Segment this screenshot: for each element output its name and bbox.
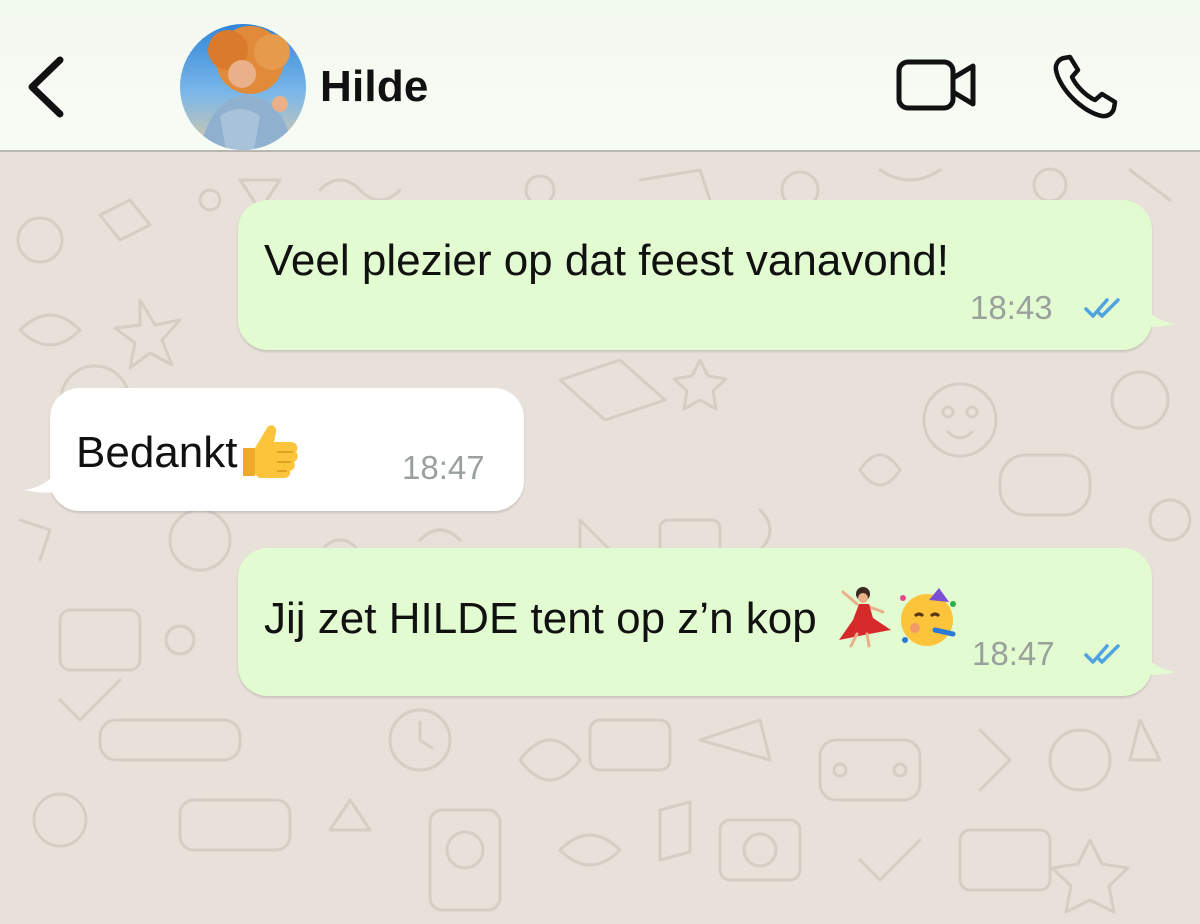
read-receipt-icon [1084,644,1120,664]
message-text: Bedankt [76,420,303,491]
message-text: Jij zet HILDE tent op z’n kop [264,584,961,659]
message-bubble-incoming[interactable]: Bedankt 18:47 [50,388,524,511]
avatar-image [180,24,306,150]
message-text-content: Jij zet HILDE tent op z’n kop [264,594,817,644]
message-time: 18:43 [970,289,1053,326]
chat-screen: Hilde Veel plezier op dat feest vanavond… [0,0,1200,924]
thumbs-up-icon [237,420,303,491]
message-bubble-outgoing[interactable]: Veel plezier op dat feest vanavond! 18:4… [238,200,1152,350]
bubble-tail-outgoing [1138,292,1176,327]
video-camera-icon [896,59,976,111]
bubble-tail-incoming [24,458,62,493]
message-time: 18:47 [402,449,485,486]
video-call-button[interactable] [894,56,980,116]
partying-face-icon [895,584,961,659]
avatar[interactable] [180,24,306,150]
phone-icon [1053,54,1118,119]
message-text: Veel plezier op dat feest vanavond! [264,236,949,285]
bubble-tail-outgoing [1138,640,1176,675]
voice-call-button[interactable] [1050,52,1120,122]
chevron-left-icon [28,56,64,118]
back-button[interactable] [18,50,78,122]
message-time: 18:47 [972,635,1055,672]
woman-dancing-icon [829,584,895,659]
message-bubble-outgoing[interactable]: Jij zet HILDE tent op z’n kop 18:47 [238,548,1152,696]
read-receipt-icon [1084,298,1120,318]
chat-header: Hilde [0,0,1200,152]
message-text-content: Bedankt [76,428,238,478]
contact-name[interactable]: Hilde [320,62,429,112]
